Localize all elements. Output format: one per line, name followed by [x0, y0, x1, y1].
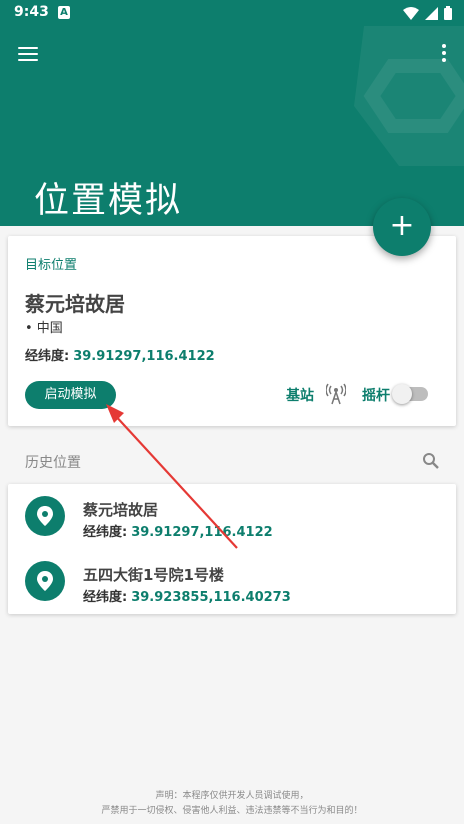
wifi-icon [403, 6, 419, 20]
target-coordinates: 经纬度: 39.91297,116.4122 [25, 345, 215, 364]
target-section-label: 目标位置 [25, 258, 78, 273]
page-title: 位置模拟 [34, 181, 183, 221]
joystick-toggle[interactable] [392, 384, 428, 404]
coord-label: 经纬度: [83, 525, 128, 540]
more-options-icon[interactable] [440, 44, 448, 66]
menu-icon[interactable] [16, 44, 40, 64]
battery-icon [444, 6, 452, 20]
status-bar: 9:43 A [0, 0, 464, 26]
target-country: • 中国 [25, 321, 63, 336]
history-section-title: 历史位置 [25, 455, 81, 471]
history-item-name: 蔡元培故居 [83, 501, 159, 519]
coord-value: 39.91297,116.4122 [73, 349, 215, 364]
app-header: 位置模拟 [0, 26, 464, 226]
target-location-card: 目标位置 蔡元培故居 • 中国 经纬度: 39.91297,116.4122 启动… [8, 236, 456, 426]
notification-icon: A [58, 6, 70, 19]
antenna-icon[interactable] [326, 383, 346, 405]
target-name: 蔡元培故居 [25, 292, 125, 316]
location-pin-icon [25, 561, 65, 601]
location-pin-icon [25, 496, 65, 536]
disclaimer-line-1: 声明：本程序仅供开发人员调试使用， [155, 791, 309, 801]
history-item[interactable]: 蔡元培故居 经纬度: 39.91297,116.4122 [8, 486, 456, 546]
search-icon[interactable] [422, 452, 440, 470]
status-time: 9:43 [14, 4, 49, 20]
history-item-name: 五四大街1号院1号楼 [83, 566, 224, 584]
history-item-coordinates: 经纬度: 39.91297,116.4122 [83, 521, 273, 540]
coord-label: 经纬度: [25, 349, 70, 364]
add-location-button[interactable]: + [373, 198, 431, 256]
disclaimer: 声明：本程序仅供开发人员调试使用， 严禁用于一切侵权、侵害他人利益、违法违禁等不… [0, 789, 464, 819]
coord-value: 39.91297,116.4122 [131, 525, 273, 540]
toggle-knob [392, 384, 412, 404]
base-station-label[interactable]: 基站 [286, 385, 314, 405]
history-list: 蔡元培故居 经纬度: 39.91297,116.4122 五四大街1号院1号楼 经… [8, 484, 456, 614]
joystick-label: 摇杆 [362, 388, 390, 404]
signal-icon [425, 6, 438, 20]
disclaimer-line-2: 严禁用于一切侵权、侵害他人利益、违法违禁等不当行为和目的！ [101, 806, 363, 816]
coord-value: 39.923855,116.40273 [131, 590, 291, 605]
history-item[interactable]: 五四大街1号院1号楼 经纬度: 39.923855,116.40273 [8, 551, 456, 611]
start-simulation-button[interactable]: 启动模拟 [25, 381, 116, 409]
history-item-coordinates: 经纬度: 39.923855,116.40273 [83, 586, 291, 605]
coord-label: 经纬度: [83, 590, 128, 605]
